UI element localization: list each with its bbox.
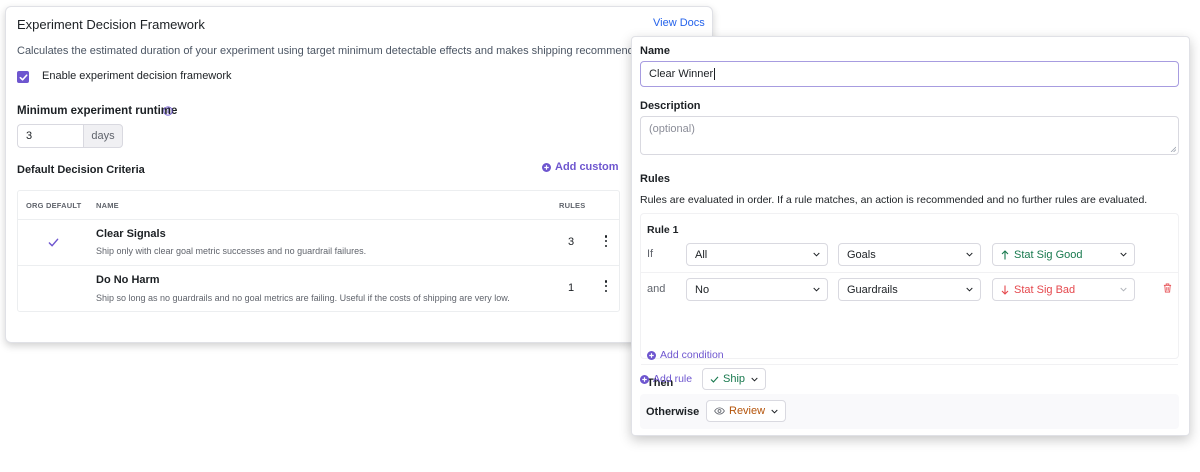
row-menu-button[interactable] xyxy=(603,235,609,247)
arrow-down-icon xyxy=(1001,285,1009,295)
row-rules-count: 1 xyxy=(568,282,575,294)
rule-title: Rule 1 xyxy=(647,224,679,236)
decision-framework-card: Experiment Decision Framework View Docs … xyxy=(5,6,713,343)
add-custom-button[interactable]: Add custom xyxy=(542,161,619,173)
check-icon xyxy=(19,73,27,81)
enable-framework-label: Enable experiment decision framework xyxy=(42,70,232,82)
plus-circle-icon xyxy=(640,374,649,384)
description-label: Description xyxy=(640,100,701,112)
enable-framework-checkbox[interactable] xyxy=(17,71,29,83)
row-menu-button[interactable] xyxy=(603,280,609,292)
decision-criteria-editor: Name Clear Winner Description (optional)… xyxy=(631,36,1190,436)
table-divider xyxy=(18,219,619,220)
description-input[interactable]: (optional) xyxy=(640,116,1179,155)
metric-select[interactable]: Goals xyxy=(838,243,981,266)
chevron-down-icon xyxy=(966,252,973,257)
rules-label: Rules xyxy=(640,173,670,185)
chevron-down-icon xyxy=(813,287,820,292)
result-select-value: Stat Sig Bad xyxy=(1014,283,1076,296)
chevron-down-icon xyxy=(1120,252,1127,257)
match-select-value: All xyxy=(695,248,708,261)
criteria-title: Default Decision Criteria xyxy=(17,164,145,176)
rule-card: Rule 1 If All Goals Stat Sig Good and No… xyxy=(640,213,1179,390)
add-custom-label: Add custom xyxy=(555,161,619,173)
result-select[interactable]: Stat Sig Bad xyxy=(992,278,1135,301)
metric-select[interactable]: Guardrails xyxy=(838,278,981,301)
otherwise-section: Otherwise Review xyxy=(640,394,1179,429)
otherwise-action-select[interactable]: Review xyxy=(706,400,787,422)
then-action-select[interactable]: Ship xyxy=(702,368,767,390)
match-select-value: No xyxy=(695,283,710,296)
resize-handle-icon[interactable] xyxy=(1170,146,1176,152)
info-icon[interactable] xyxy=(163,106,173,116)
condition-divider xyxy=(641,272,1178,273)
add-condition-button[interactable]: Add condition xyxy=(647,349,724,361)
plus-circle-icon xyxy=(542,162,551,172)
view-docs-link[interactable]: View Docs xyxy=(653,17,705,29)
runtime-unit: days xyxy=(83,124,123,148)
add-rule-label: Add rule xyxy=(653,373,693,385)
header-name: NAME xyxy=(96,201,119,210)
match-select[interactable]: No xyxy=(686,278,828,301)
runtime-label: Minimum experiment runtime xyxy=(17,105,178,117)
result-select[interactable]: Stat Sig Good xyxy=(992,243,1135,266)
description-placeholder: (optional) xyxy=(649,123,695,135)
card-description: Calculates the estimated duration of you… xyxy=(17,45,667,57)
chevron-down-icon xyxy=(751,377,758,381)
chevron-down-icon xyxy=(966,287,973,292)
trash-icon[interactable] xyxy=(1163,283,1172,293)
condition-word: and xyxy=(647,283,666,295)
condition-word: If xyxy=(647,248,654,260)
otherwise-action-value: Review xyxy=(729,405,766,417)
name-input-value: Clear Winner xyxy=(649,68,714,80)
table-divider xyxy=(18,265,619,266)
card-title: Experiment Decision Framework xyxy=(17,17,205,32)
rules-help-text: Rules are evaluated in order. If a rule … xyxy=(640,194,1148,206)
header-org-default: ORG DEFAULT xyxy=(26,201,82,210)
row-name[interactable]: Do No Harm xyxy=(96,274,160,286)
condition-divider xyxy=(641,364,1178,365)
name-input[interactable]: Clear Winner xyxy=(640,61,1179,87)
row-name[interactable]: Clear Signals xyxy=(96,228,166,240)
chevron-down-icon xyxy=(771,409,778,413)
chevron-down-icon xyxy=(813,252,820,257)
metric-select-value: Goals xyxy=(847,248,876,261)
runtime-input[interactable]: 3 xyxy=(17,124,83,148)
row-rules-count: 3 xyxy=(568,236,575,248)
result-select-value: Stat Sig Good xyxy=(1014,248,1083,261)
plus-circle-icon xyxy=(647,350,656,360)
row-description: Ship only with clear goal metric success… xyxy=(96,246,367,256)
header-rules: RULES xyxy=(559,201,586,210)
criteria-table: ORG DEFAULT NAME RULES Clear Signals Shi… xyxy=(17,190,620,312)
name-label: Name xyxy=(640,45,670,57)
match-select[interactable]: All xyxy=(686,243,828,266)
chevron-down-icon xyxy=(1120,287,1127,292)
then-action-value: Ship xyxy=(723,373,746,385)
arrow-up-icon xyxy=(1001,249,1009,259)
row-description: Ship so long as no guardrails and no goa… xyxy=(96,293,510,303)
default-check-icon xyxy=(48,238,59,247)
eye-icon xyxy=(714,407,725,415)
metric-select-value: Guardrails xyxy=(847,283,898,296)
otherwise-label: Otherwise xyxy=(646,406,700,418)
add-rule-button[interactable]: Add rule xyxy=(640,373,692,385)
check-icon xyxy=(710,375,719,383)
add-condition-label: Add condition xyxy=(660,349,724,361)
